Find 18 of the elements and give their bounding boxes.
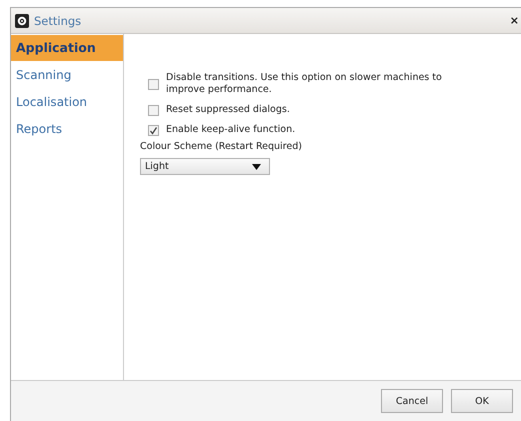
dialog-button[interactable]: Cancel — [381, 389, 443, 413]
option-label: Reset suppressed dialogs. — [166, 104, 291, 116]
sidebar-item[interactable]: Localisation — [11, 89, 123, 115]
checkbox[interactable] — [148, 104, 159, 116]
dialog-button[interactable]: OK — [451, 389, 513, 413]
colour-scheme-dropdown[interactable]: Light — [140, 158, 270, 175]
field-label: Colour Scheme (Restart Required) — [140, 141, 303, 152]
sidebar-item[interactable]: Application — [11, 35, 123, 61]
option-label: Disable transitions. Use this option on slower machines to improve performance. — [166, 72, 443, 96]
close-button[interactable]: × — [510, 14, 519, 27]
window-title: Settings — [34, 14, 82, 28]
sidebar-item[interactable]: Scanning — [11, 62, 123, 88]
checkbox[interactable] — [148, 78, 159, 90]
gear-icon — [15, 14, 29, 28]
checkbox[interactable] — [148, 124, 159, 136]
dropdown-arrow-icon — [252, 164, 261, 170]
sidebar-item[interactable]: Reports — [11, 116, 123, 142]
option-label: Enable keep-alive function. — [166, 124, 296, 136]
